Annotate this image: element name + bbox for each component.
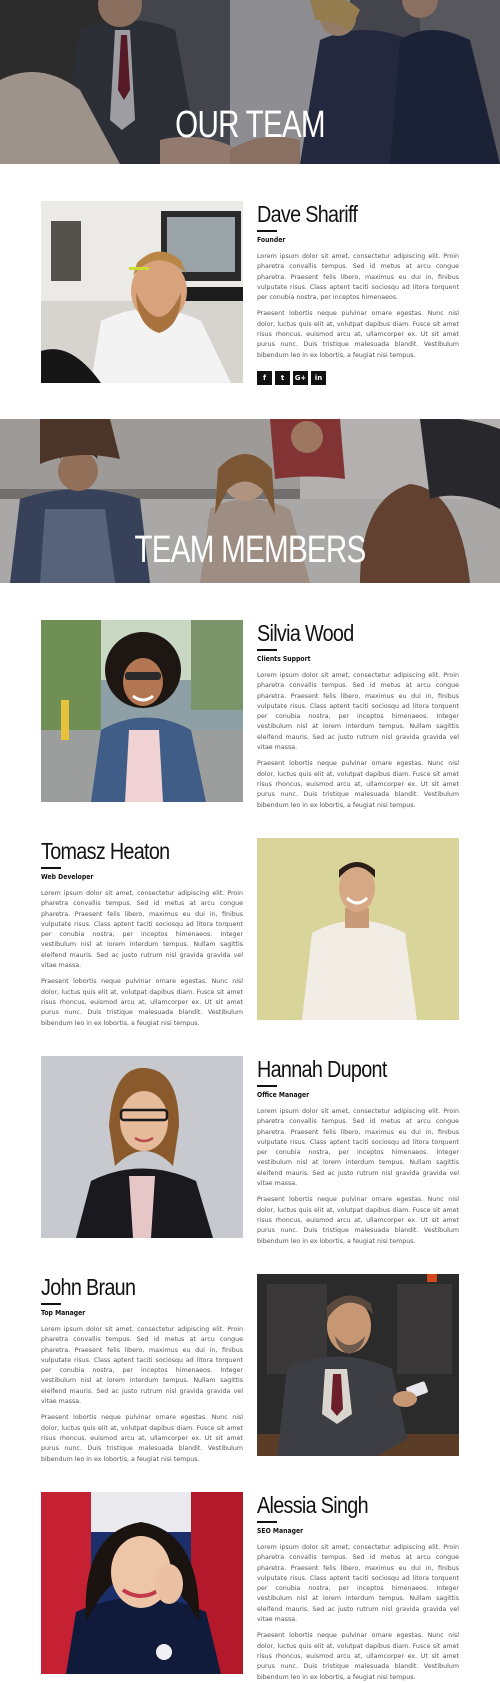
member-bio: Praesent lobortis neque pulvinar ornare … (41, 978, 243, 1027)
hero-title: OUR TEAM (175, 104, 325, 146)
member-role: SEO Manager (257, 1527, 304, 1535)
team-member-card: Dave Shariff Founder Lorem ipsum dolor s… (41, 201, 459, 385)
social-links: f t G+ in (257, 370, 459, 385)
member-photo (41, 620, 243, 802)
member-photo (257, 1274, 459, 1456)
name-underline (257, 1521, 277, 1523)
member-photo (41, 1056, 243, 1238)
team-member-card: Hannah Dupont Office Manager Lorem ipsum… (41, 1056, 459, 1245)
name-underline (41, 867, 61, 869)
member-photo (41, 201, 243, 383)
member-bio: Lorem ipsum dolor sit amet, consectetur … (41, 890, 243, 970)
team-member-card: John Braun Top Manager Lorem ipsum dolor… (41, 1274, 459, 1463)
member-name: Alessia Singh (257, 1492, 369, 1518)
member-bio: Praesent lobortis neque pulvinar ornare … (257, 1196, 459, 1245)
member-role: Founder (257, 236, 286, 244)
member-role: Office Manager (257, 1091, 310, 1099)
name-underline (41, 1303, 61, 1305)
member-photo (41, 1492, 243, 1674)
facebook-icon[interactable]: f (257, 370, 272, 385)
hero-title: TEAM MEMBERS (134, 529, 366, 571)
name-underline (257, 230, 277, 232)
google-plus-icon[interactable]: G+ (293, 370, 308, 385)
member-name: Dave Shariff (257, 201, 358, 227)
member-role: Top Manager (41, 1309, 86, 1317)
member-bio: Lorem ipsum dolor sit amet, consectetur … (257, 672, 459, 752)
team-member-card: Silvia Wood Clients Support Lorem ipsum … (41, 620, 459, 809)
name-underline (257, 649, 277, 651)
member-bio: Lorem ipsum dolor sit amet, consectetur … (257, 1544, 459, 1624)
member-bio: Lorem ipsum dolor sit amet, consectetur … (257, 1108, 459, 1188)
name-underline (257, 1085, 277, 1087)
member-role: Clients Support (257, 655, 311, 663)
member-name: Tomasz Heaton (41, 838, 170, 864)
member-bio: Lorem ipsum dolor sit amet, consectetur … (41, 1326, 243, 1406)
member-photo (257, 838, 459, 1020)
member-bio: Praesent lobortis neque pulvinar ornare … (41, 1414, 243, 1463)
member-bio: Praesent lobortis neque pulvinar ornare … (257, 310, 459, 359)
twitter-icon[interactable]: t (275, 370, 290, 385)
member-name: Silvia Wood (257, 620, 354, 646)
member-role: Web Developer (41, 873, 94, 881)
team-member-card: Alessia Singh SEO Manager Lorem ipsum do… (41, 1492, 459, 1681)
hero-team-members: TEAM MEMBERS (0, 419, 500, 583)
linkedin-icon[interactable]: in (311, 370, 326, 385)
member-bio: Praesent lobortis neque pulvinar ornare … (257, 1632, 459, 1681)
member-name: Hannah Dupont (257, 1056, 387, 1082)
member-name: John Braun (41, 1274, 136, 1300)
member-bio: Lorem ipsum dolor sit amet, consectetur … (257, 253, 459, 302)
hero-our-team: OUR TEAM (0, 0, 500, 164)
member-bio: Praesent lobortis neque pulvinar ornare … (257, 760, 459, 809)
team-member-card: Tomasz Heaton Web Developer Lorem ipsum … (41, 838, 459, 1027)
